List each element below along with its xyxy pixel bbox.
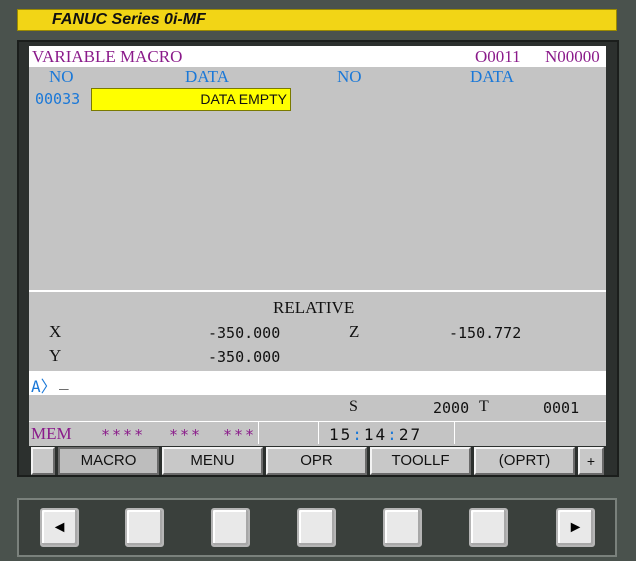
program-number: O0011 (475, 47, 521, 66)
clock-minutes: 14 (363, 425, 388, 444)
axis-x-label: X (49, 322, 62, 341)
column-header-data: DATA (185, 67, 229, 86)
softkey-opr-button[interactable]: OPR (266, 447, 367, 475)
softkey-menu-button[interactable]: MENU (162, 447, 263, 475)
softkey-row: MACRO MENU OPR TOOLLF (OPRT) + (29, 446, 606, 475)
column-header-no-2: NO (337, 67, 362, 86)
key-input-line[interactable]: A〉 _ (29, 371, 606, 396)
softkey-return-button[interactable] (31, 447, 55, 475)
mode-indicator: MEM (31, 424, 72, 443)
cnc-frame: FANUC Series 0i-MF VARIABLE MACRO O0011 … (0, 0, 636, 561)
hardkey-2-button[interactable] (211, 508, 250, 547)
input-prompt: A〉 (31, 377, 57, 396)
status-field-3: *** (223, 426, 257, 444)
hardkey-4-button[interactable] (383, 508, 422, 547)
softkey-toollf-button[interactable]: TOOLLF (370, 447, 471, 475)
section-divider (29, 290, 606, 292)
hardkey-3-button[interactable] (297, 508, 336, 547)
softkey-macro-button[interactable]: MACRO (58, 447, 159, 475)
clock-separator: : (352, 425, 364, 444)
tool-label: T (479, 398, 489, 415)
status-separator (454, 422, 455, 444)
input-cursor: _ (59, 371, 69, 390)
clock: 15:14:27 (329, 425, 422, 444)
hardkey-left-button[interactable]: ◄ (40, 508, 79, 547)
status-field-1: **** (101, 426, 146, 444)
app-title: FANUC Series 0i-MF (52, 11, 206, 28)
screen-title: VARIABLE MACRO (32, 47, 183, 66)
hardkey-1-button[interactable] (125, 508, 164, 547)
variable-data-cell[interactable]: DATA EMPTY (91, 88, 291, 111)
crt-screen: VARIABLE MACRO O0011 N00000 NO DATA NO D… (29, 46, 606, 475)
column-header-data-2: DATA (470, 67, 514, 86)
arrow-right-icon: ► (567, 519, 584, 536)
column-header-no: NO (49, 67, 74, 86)
status-separator (318, 422, 319, 444)
spindle-label: S (349, 398, 358, 415)
screen-header: VARIABLE MACRO O0011 N00000 (29, 46, 606, 67)
clock-seconds: 27 (398, 425, 423, 444)
hardkey-5-button[interactable] (469, 508, 508, 547)
tool-value: 0001 (543, 399, 580, 417)
clock-separator: : (387, 425, 399, 444)
variable-data-value: DATA EMPTY (200, 91, 287, 107)
axis-z-label: Z (349, 322, 360, 341)
title-bar: FANUC Series 0i-MF (17, 9, 617, 31)
clock-hours: 15 (329, 425, 353, 444)
variable-number: 00033 (35, 90, 81, 108)
softkey-next-button[interactable]: + (578, 447, 604, 475)
hardkey-right-button[interactable]: ► (556, 508, 595, 547)
axis-y-value: -350.000 (208, 348, 281, 366)
axis-x-value: -350.000 (208, 324, 281, 342)
status-separator (258, 422, 259, 444)
status-field-2: *** (169, 426, 203, 444)
axis-z-value: -150.772 (449, 324, 522, 342)
arrow-left-icon: ◄ (51, 519, 68, 536)
sequence-number: N00000 (545, 47, 600, 66)
spindle-value: 2000 (433, 399, 470, 417)
axis-y-label: Y (49, 346, 62, 365)
softkey-oprt-button[interactable]: (OPRT) (474, 447, 575, 475)
relative-title: RELATIVE (273, 298, 355, 317)
